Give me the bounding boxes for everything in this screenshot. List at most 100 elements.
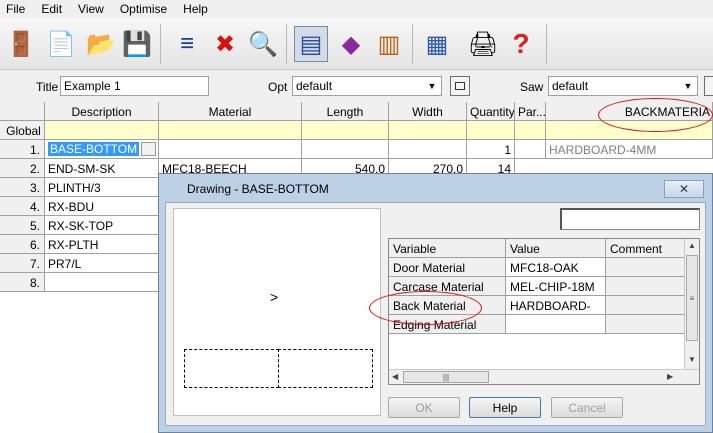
- column-header-description[interactable]: Description: [45, 102, 159, 121]
- info-display: [560, 208, 700, 230]
- description-cell[interactable]: PR7/L: [45, 254, 159, 273]
- drawing-part-outline: [278, 349, 373, 388]
- variable-comment[interactable]: [606, 277, 685, 296]
- global-cell[interactable]: [302, 121, 389, 140]
- exit-icon[interactable]: 🚪: [4, 26, 38, 62]
- column-header-length[interactable]: Length: [302, 102, 389, 121]
- drawing-pane[interactable]: >: [173, 208, 381, 416]
- toolbar-separator: [160, 24, 161, 64]
- column-header-variable[interactable]: Variable: [389, 239, 506, 258]
- scroll-up-icon[interactable]: ▲: [688, 241, 696, 250]
- help-button[interactable]: Help: [469, 397, 541, 418]
- calculator-icon[interactable]: ▦: [420, 26, 454, 62]
- annotation-circle: [598, 98, 713, 132]
- column-header-comment[interactable]: Comment: [606, 239, 685, 258]
- global-row-label: Global: [0, 121, 45, 140]
- save-icon[interactable]: 💾: [120, 26, 154, 62]
- variable-value[interactable]: MFC18-OAK: [506, 258, 606, 277]
- chevron-down-icon[interactable]: ▼: [681, 78, 695, 94]
- global-cell[interactable]: [45, 121, 159, 140]
- description-cell[interactable]: [45, 273, 159, 292]
- row-number[interactable]: 8.: [0, 273, 45, 292]
- length-cell[interactable]: [302, 140, 389, 159]
- edging-icon[interactable]: ▥: [372, 26, 406, 62]
- help-icon[interactable]: ?: [504, 26, 538, 62]
- column-header-par[interactable]: Par...: [515, 102, 546, 121]
- scroll-left-icon[interactable]: ◀: [392, 372, 398, 381]
- print-icon[interactable]: 🖨: [466, 26, 500, 62]
- global-cell[interactable]: [159, 121, 302, 140]
- width-cell[interactable]: [389, 140, 467, 159]
- description-cell[interactable]: RX-BDU: [45, 197, 159, 216]
- description-cell[interactable]: END-SM-SK: [45, 159, 159, 178]
- scroll-thumb[interactable]: |||: [403, 371, 489, 383]
- backmaterial-cell[interactable]: HARDBOARD-4MM: [546, 140, 713, 159]
- description-cell[interactable]: RX-SK-TOP: [45, 216, 159, 235]
- menu-file[interactable]: File: [0, 2, 33, 16]
- row-number[interactable]: 1.: [0, 140, 45, 159]
- par-cell[interactable]: [515, 140, 546, 159]
- menu-edit[interactable]: Edit: [33, 2, 70, 16]
- material-cell[interactable]: [159, 140, 302, 159]
- variable-comment[interactable]: [606, 315, 685, 334]
- chevron-down-icon[interactable]: ▼: [425, 78, 439, 94]
- global-cell[interactable]: [389, 121, 467, 140]
- menu-bar: File Edit View Optimise Help: [0, 0, 713, 18]
- lookup-button[interactable]: [141, 142, 156, 156]
- row-number[interactable]: 6.: [0, 235, 45, 254]
- find-icon[interactable]: 🔍: [246, 26, 280, 62]
- saw-select[interactable]: default ▼: [548, 76, 698, 96]
- opt-settings-button[interactable]: [450, 76, 470, 96]
- variable-value[interactable]: [506, 315, 606, 334]
- variable-comment[interactable]: [606, 258, 685, 277]
- saw-label: Saw: [520, 80, 544, 94]
- column-header-width[interactable]: Width: [389, 102, 467, 121]
- title-label: Title: [36, 80, 59, 94]
- row-number[interactable]: 3.: [0, 178, 45, 197]
- delete-icon[interactable]: ✖: [208, 26, 242, 62]
- scroll-down-icon[interactable]: ▼: [688, 355, 696, 364]
- description-cell[interactable]: PLINTH/3: [45, 178, 159, 197]
- variable-value[interactable]: MEL-CHIP-18M: [506, 277, 606, 296]
- global-cell[interactable]: [515, 121, 546, 140]
- scroll-right-icon[interactable]: ▶: [667, 372, 673, 381]
- saw-select-value: default: [552, 79, 589, 93]
- column-header-quantity[interactable]: Quantity: [467, 102, 515, 121]
- vertical-scrollbar[interactable]: ▲ ≡ ▼: [684, 239, 699, 369]
- toolbar-separator: [412, 24, 413, 64]
- saw-settings-button[interactable]: [704, 76, 713, 96]
- insert-row-icon[interactable]: ≡: [170, 26, 204, 62]
- row-number[interactable]: 7.: [0, 254, 45, 273]
- description-cell-text[interactable]: BASE-BOTTOM: [48, 142, 140, 156]
- column-header-material[interactable]: Material: [159, 102, 302, 121]
- grid-corner: [0, 102, 45, 121]
- close-button[interactable]: ✕: [664, 180, 704, 198]
- variable-name: Door Material: [389, 258, 506, 277]
- ok-button[interactable]: OK: [388, 397, 460, 418]
- scroll-thumb[interactable]: ≡: [686, 255, 698, 341]
- menu-help[interactable]: Help: [175, 2, 216, 16]
- description-cell[interactable]: BASE-BOTTOM: [45, 140, 159, 159]
- materials-icon[interactable]: ◆: [334, 26, 368, 62]
- variable-value[interactable]: HARDBOARD-: [506, 296, 606, 315]
- quantity-cell[interactable]: 1: [467, 140, 515, 159]
- row-number[interactable]: 2.: [0, 159, 45, 178]
- title-input[interactable]: Example 1: [60, 76, 209, 96]
- dialog-title: Drawing - BASE-BOTTOM: [187, 182, 329, 196]
- cancel-button[interactable]: Cancel: [551, 397, 623, 418]
- parts-list-icon[interactable]: ▤: [294, 26, 328, 62]
- column-header-value[interactable]: Value: [506, 239, 606, 258]
- row-number[interactable]: 5.: [0, 216, 45, 235]
- menu-view[interactable]: View: [70, 2, 112, 16]
- new-icon[interactable]: 📄: [44, 26, 78, 62]
- horizontal-scrollbar[interactable]: ◀ ||| ▶: [389, 369, 699, 384]
- opt-select[interactable]: default ▼: [292, 76, 442, 96]
- open-icon[interactable]: 📂: [84, 26, 118, 62]
- menu-optimise[interactable]: Optimise: [112, 2, 175, 16]
- variable-comment[interactable]: [606, 296, 685, 315]
- toolbar-separator: [546, 24, 547, 64]
- toolbar: 🚪 📄 📂 💾 ≡ ✖ 🔍 ▤ ◆ ▥ ▦ 🖨 ?: [0, 18, 713, 70]
- description-cell[interactable]: RX-PLTH: [45, 235, 159, 254]
- global-cell[interactable]: [467, 121, 515, 140]
- row-number[interactable]: 4.: [0, 197, 45, 216]
